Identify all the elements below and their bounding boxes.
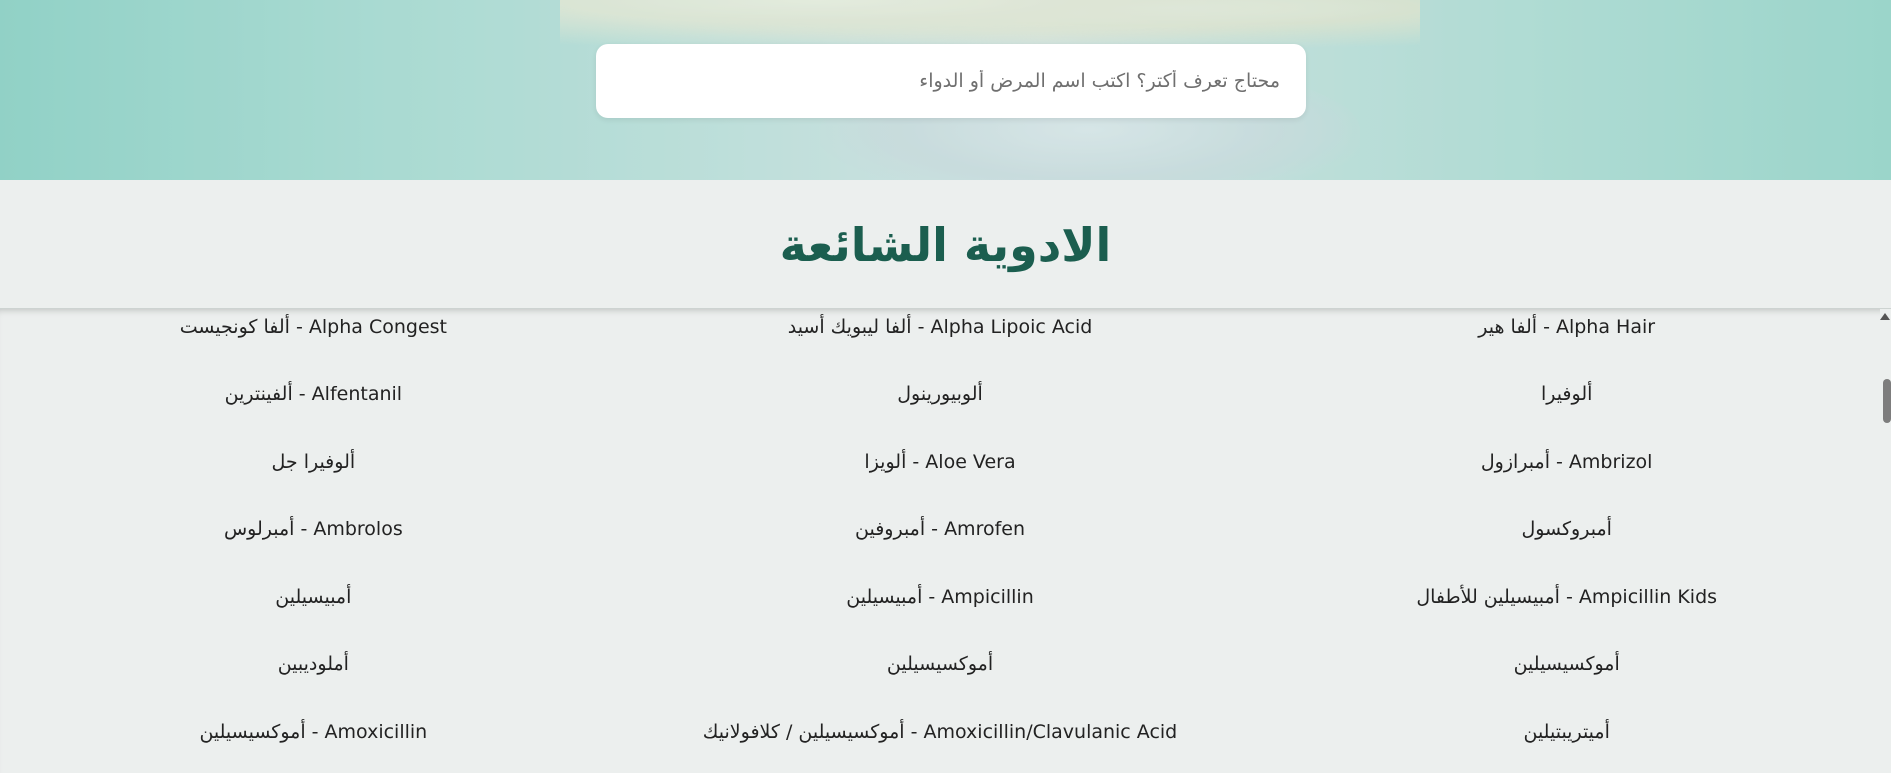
drug-item-label[interactable]: Alpha Lipoic Acid - ألفا ليبويك أسيد [788, 316, 1093, 338]
section-title: الادوية الشائعة [779, 218, 1112, 272]
search-input[interactable] [596, 70, 1280, 92]
drug-item-label[interactable]: Amoxicillin/Clavulanic Acid - أموكسيسيلي… [703, 721, 1177, 743]
drug-item[interactable]: Amrofen - أمبروفين [627, 512, 1254, 580]
drug-item[interactable]: ألوفيرا جل [0, 444, 627, 512]
drug-item-label[interactable]: Ambrizol - أمبرازول [1481, 451, 1653, 473]
drug-item[interactable]: Ampicillin Kids - أمبيسيلين للأطفال [1253, 579, 1880, 647]
drug-item[interactable]: أميتريبتيلين [1253, 714, 1880, 773]
drug-item[interactable]: Ambrizol - أمبرازول [1253, 444, 1880, 512]
drug-item-label[interactable]: أملوديبين [278, 653, 349, 675]
drug-item-label[interactable]: أمبروكسول [1521, 518, 1611, 540]
drug-item-label[interactable]: Amrofen - أمبروفين [855, 518, 1025, 540]
drug-list-panel[interactable]: Alpha Hair - ألفا هير Alpha Lipoic Acid … [0, 308, 1891, 773]
drug-item-label[interactable]: ألوبيورينول [897, 383, 983, 405]
drug-item[interactable]: Amoxicillin/Clavulanic Acid - أموكسيسيلي… [627, 714, 1254, 773]
hero-banner [0, 0, 1891, 180]
drug-item[interactable]: Alpha Congest - ألفا كونجيست [0, 309, 627, 377]
scrollbar[interactable] [1880, 309, 1891, 773]
drug-item[interactable]: أموكسيسيلين [627, 647, 1254, 715]
drug-item-label[interactable]: Alpha Congest - ألفا كونجيست [180, 316, 447, 338]
drug-item[interactable]: Alpha Lipoic Acid - ألفا ليبويك أسيد [627, 309, 1254, 377]
drug-item[interactable]: Alfentanil - ألفينترين [0, 377, 627, 445]
drug-item-label[interactable]: ألوفيرا [1541, 383, 1592, 405]
drug-item-label[interactable]: Alfentanil - ألفينترين [225, 383, 402, 405]
drug-item-label[interactable]: Ampicillin - أمبيسيلين [846, 586, 1033, 608]
drug-item[interactable]: أمبروكسول [1253, 512, 1880, 580]
drug-item[interactable]: أملوديبين [0, 647, 627, 715]
drug-item-label[interactable]: Amoxicillin - أموكسيسيلين [199, 721, 427, 743]
drug-item[interactable]: أموكسيسيلين [1253, 647, 1880, 715]
drug-item-label[interactable]: أمبيسيلين [275, 586, 351, 608]
scroll-thumb[interactable] [1883, 379, 1891, 423]
drug-item[interactable]: Alpha Hair - ألفا هير [1253, 309, 1880, 377]
drug-item-label[interactable]: أميتريبتيلين [1523, 721, 1609, 743]
drug-item[interactable]: Aloe Vera - ألويزا [627, 444, 1254, 512]
drug-item-label[interactable]: Aloe Vera - ألويزا [864, 451, 1015, 473]
drug-item-label[interactable]: Alpha Hair - ألفا هير [1478, 316, 1655, 338]
drug-item-label[interactable]: أموكسيسيلين [1514, 653, 1620, 675]
drug-item[interactable]: Ampicillin - أمبيسيلين [627, 579, 1254, 647]
drug-item[interactable]: Amoxicillin - أموكسيسيلين [0, 714, 627, 773]
drug-item[interactable]: أمبيسيلين [0, 579, 627, 647]
drug-item[interactable]: Ambrolos - أمبرلوس [0, 512, 627, 580]
search-box[interactable] [596, 44, 1306, 118]
drug-item-label[interactable]: Ambrolos - أمبرلوس [224, 518, 403, 540]
drug-item-label[interactable]: ألوفيرا جل [272, 451, 356, 473]
drug-item-label[interactable]: Ampicillin Kids - أمبيسيلين للأطفال [1416, 586, 1717, 608]
drug-item-label[interactable]: أموكسيسيلين [887, 653, 993, 675]
drug-item[interactable]: ألوبيورينول [627, 377, 1254, 445]
scroll-up-arrow-icon[interactable] [1880, 313, 1890, 320]
drug-grid: Alpha Hair - ألفا هير Alpha Lipoic Acid … [0, 309, 1880, 773]
drug-item[interactable]: ألوفيرا [1253, 377, 1880, 445]
